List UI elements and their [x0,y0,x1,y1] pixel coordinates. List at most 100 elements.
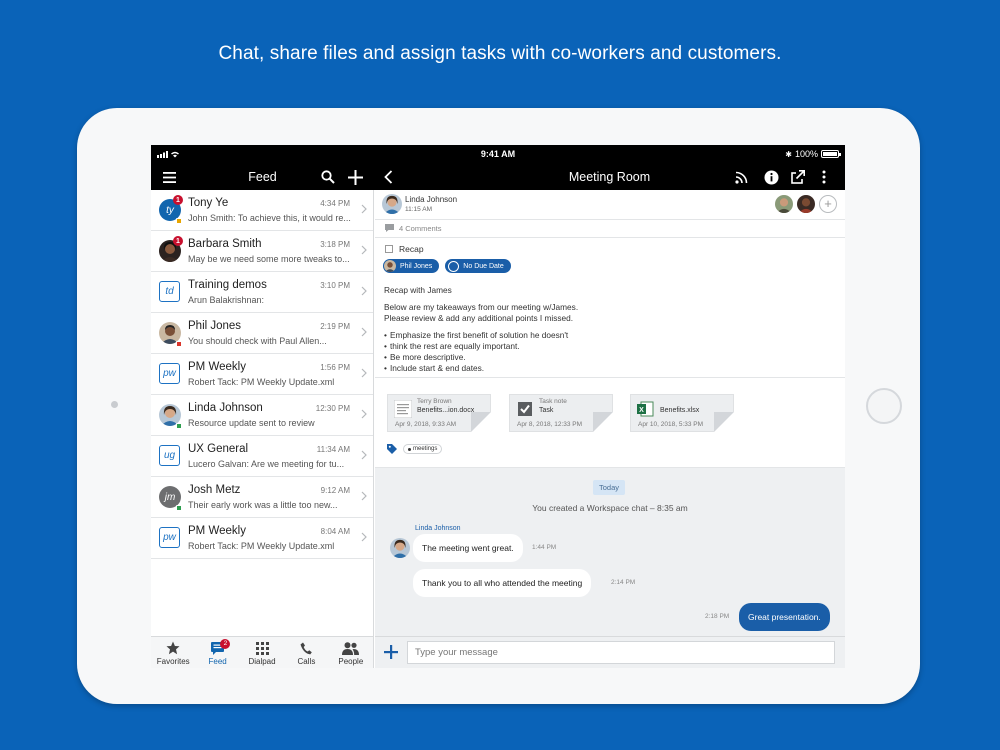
feed-item[interactable]: Linda Johnson 12:30 PM Resource update s… [151,395,373,436]
feed-item[interactable]: Phil Jones 2:19 PM You should check with… [151,313,373,354]
member-avatar[interactable] [797,195,815,213]
message-bubble[interactable]: Thank you to all who attended the meetin… [413,569,592,597]
task-bullets: Emphasize the first benefit of solution … [384,330,824,374]
tab-dialpad[interactable]: Dialpad [240,637,284,668]
tab-calls[interactable]: Calls [284,637,328,668]
message-input[interactable] [407,641,835,664]
document-icon [394,400,412,418]
file-date: Apr 8, 2018, 12:33 PM [517,421,583,428]
tab-label: People [338,657,364,666]
feed-preview: Arun Balakrishnan: [188,295,265,305]
feed-item[interactable]: jm Josh Metz 9:12 AM Their early work wa… [151,477,373,518]
task-intro: Recap with James [384,285,452,295]
feed-preview: Robert Tack: PM Weekly Update.xml [188,541,335,551]
feed-preview: Resource update sent to review [188,418,315,428]
feed-name: UX General [188,443,249,455]
bullet-item: think the rest are equally important. [384,341,824,352]
more-icon[interactable] [814,167,834,187]
feed-item[interactable]: 1 Barbara Smith 3:18 PM May be we need s… [151,231,373,272]
post-author: Linda Johnson [405,195,458,204]
feed-time: 2:19 PM [320,322,350,331]
message-bubble[interactable]: The meeting went great. [413,534,523,562]
rss-icon[interactable] [731,167,751,187]
feed-item[interactable]: pw PM Weekly 1:56 PM Robert Tack: PM Wee… [151,354,373,395]
tab-label: Feed [208,657,227,666]
feed-time: 4:34 PM [320,199,350,208]
chevron-right-icon [361,491,367,501]
add-member-button[interactable]: + [819,195,837,213]
feed-name: Barbara Smith [188,238,262,250]
avatar: td [159,281,180,302]
tab-people[interactable]: People [329,637,373,668]
feed-preview: John Smith: To achieve this, it would re… [188,213,351,223]
feed-list: ty 1 Tony Ye 4:34 PM John Smith: To achi… [151,190,374,638]
tags-row: meetings [387,444,443,454]
due-date-chip[interactable]: No Due Date [445,259,511,273]
bullet-item: Be more descriptive. [384,352,824,363]
task-body: Recap with James Below are my takeaways … [384,285,824,374]
clock-icon [448,260,460,272]
feed-item[interactable]: ug UX General 11:34 AM Lucero Galvan: Ar… [151,436,373,477]
member-avatar[interactable] [775,195,793,213]
feed-name: Training demos [188,279,267,291]
feed-item[interactable]: ty 1 Tony Ye 4:34 PM John Smith: To achi… [151,190,373,231]
message-bubble[interactable]: Great presentation. [739,603,830,631]
tag-label: meetings [413,446,438,452]
feed-name: PM Weekly [188,361,246,373]
feed-name: Phil Jones [188,320,242,332]
file-name: Benefits...ion.docx [417,407,475,414]
comments-row[interactable]: 4 Comments [375,220,845,238]
tab-label: Calls [297,657,316,666]
file-owner: Terry Brown [417,398,452,405]
feed-item[interactable]: td Training demos 3:10 PM Arun Balakrish… [151,272,373,313]
plus-icon[interactable] [384,645,398,659]
feed-name: Tony Ye [188,197,229,209]
tab-feed[interactable]: 2 Feed [195,637,239,668]
chevron-right-icon [361,409,367,419]
file-card[interactable]: X Benefits.xlsx Apr 10, 2018, 5:33 PM [630,394,734,432]
assignee-name: Phil Jones [400,262,433,270]
chat-thread: Today You created a Workspace chat – 8:3… [375,468,845,638]
avatar [384,260,396,272]
headline: Chat, share files and assign tasks with … [218,43,782,64]
home-button[interactable] [866,388,902,424]
file-card[interactable]: Terry Brown Benefits...ion.docx Apr 9, 2… [387,394,491,432]
feed-time: 3:18 PM [320,240,350,249]
date-divider: Today [593,480,626,495]
feed-time: 11:34 AM [316,445,350,454]
status-bar: 9:41 AM ✱ 100% [151,145,845,163]
file-name: Benefits.xlsx [660,407,700,414]
assignee-chip[interactable]: Phil Jones [383,259,440,273]
post-header: Linda Johnson 11:15 AM + [375,190,845,220]
share-icon[interactable] [788,167,808,187]
tag-pill[interactable]: meetings [403,444,443,454]
file-card[interactable]: Task note Task Apr 8, 2018, 12:33 PM [509,394,613,432]
star-icon [151,641,195,655]
feed-icon [195,641,239,655]
presence-indicator [176,505,182,511]
task-checkbox[interactable] [385,245,393,253]
avatar: ug [159,445,180,466]
comment-icon [385,224,394,232]
tab-label: Favorites [156,657,190,666]
file-name: Task [539,407,554,414]
chevron-right-icon [361,204,367,214]
tab-favorites[interactable]: Favorites [151,637,195,668]
file-date: Apr 10, 2018, 5:33 PM [638,421,704,428]
feed-navbar: Feed [151,163,374,190]
search-icon[interactable] [318,167,338,187]
feed-preview: Lucero Galvan: Are we meeting for tu... [188,459,345,469]
due-date: No Due Date [463,262,504,270]
feed-preview: Robert Tack: PM Weekly Update.xml [188,377,335,387]
detail-panel: Linda Johnson 11:15 AM + 4 Comments Reca… [375,190,845,638]
checkbox-checked-icon [518,402,532,416]
tag-icon [387,444,397,454]
info-icon[interactable] [761,167,781,187]
feed-item[interactable]: pw PM Weekly 8:04 AM Robert Tack: PM Wee… [151,518,373,559]
file-date: Apr 9, 2018, 9:33 AM [395,421,457,428]
feed-preview: May be we need some more tweaks to... [188,254,350,264]
chevron-right-icon [361,368,367,378]
comments-count: 4 Comments [399,224,442,233]
chevron-right-icon [361,450,367,460]
add-icon[interactable] [345,167,365,187]
